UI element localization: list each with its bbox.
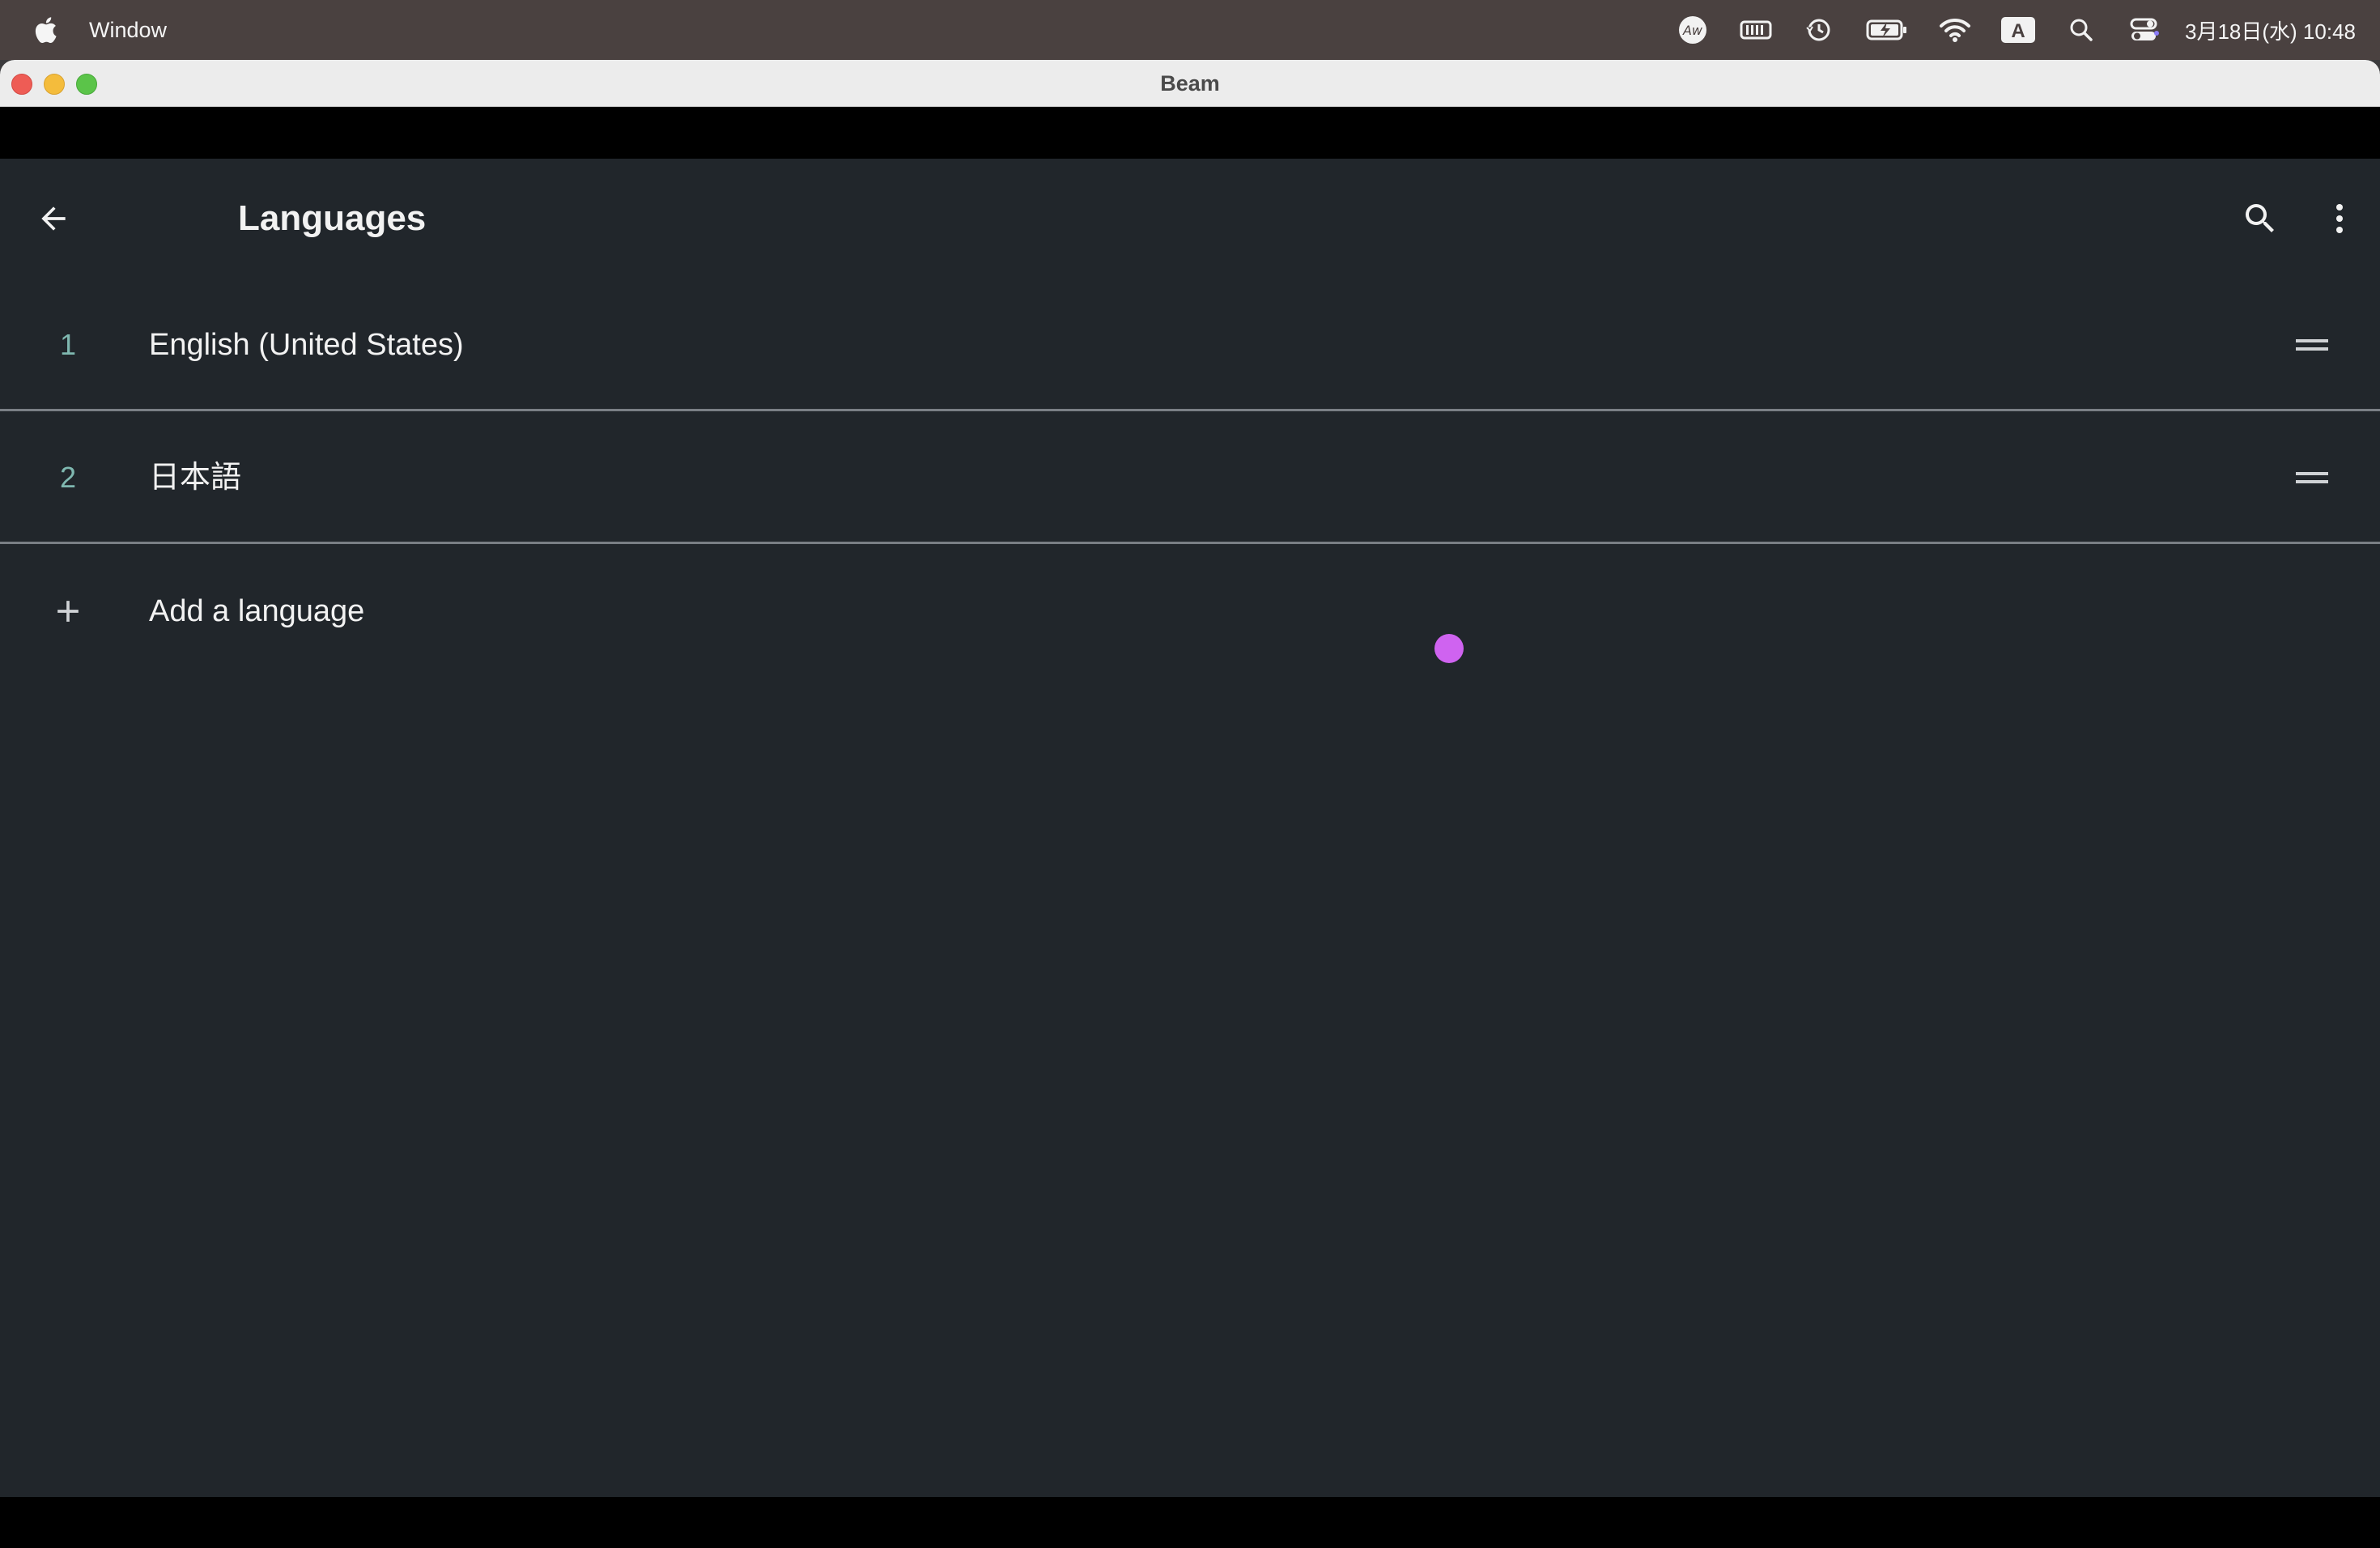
drag-handle-icon[interactable] <box>2294 460 2330 495</box>
wifi-icon[interactable] <box>1937 12 1973 48</box>
spotlight-icon[interactable] <box>2063 12 2099 48</box>
window-titlebar[interactable]: Beam <box>0 60 2380 107</box>
input-source-icon[interactable]: A <box>2000 12 2036 48</box>
svg-text:Aw: Aw <box>1682 23 1703 38</box>
language-name: 日本語 <box>149 461 242 495</box>
add-language-button[interactable]: Add a language <box>0 544 2380 678</box>
language-item-2[interactable]: 2 日本語 <box>0 411 2380 544</box>
search-icon[interactable] <box>2236 194 2284 243</box>
language-rank: 1 <box>59 328 77 361</box>
device-navigation-area <box>0 1497 2380 1548</box>
scrcpy-window: Beam Languages 1 English (United States)… <box>0 60 2380 1548</box>
page-title: Languages <box>238 198 427 238</box>
plus-icon <box>47 590 89 632</box>
language-name: English (United States) <box>149 328 464 362</box>
menu-window[interactable]: Window <box>89 18 167 43</box>
back-arrow-icon[interactable] <box>29 194 78 243</box>
menubar-status-area: Aw A 3月18日(水) 10:48 <box>1647 0 2356 60</box>
add-language-label: Add a language <box>149 594 365 628</box>
macos-menu-bar: scrcpy Window Aw <box>0 0 2380 1437</box>
language-item-1[interactable]: 1 English (United States) <box>0 279 2380 411</box>
apple-icon[interactable] <box>29 14 62 46</box>
accessibility-icon[interactable]: Aw <box>1675 12 1711 48</box>
input-source-letter: A <box>2011 20 2025 42</box>
device-status-area <box>0 107 2380 159</box>
time-machine-icon[interactable] <box>1801 12 1837 48</box>
battery-monitor-icon[interactable] <box>1738 12 1774 48</box>
control-center-icon[interactable] <box>2127 12 2162 48</box>
app-bar: Languages <box>0 159 2380 279</box>
battery-icon[interactable] <box>1864 12 1910 48</box>
window-title: Beam <box>1160 71 1220 96</box>
touch-indicator <box>1434 634 1464 663</box>
more-vert-icon[interactable] <box>2315 194 2364 243</box>
language-rank: 2 <box>59 461 77 494</box>
drag-handle-icon[interactable] <box>2294 327 2330 363</box>
menubar-clock[interactable]: 3月18日(水) 10:48 <box>2185 15 2356 45</box>
languages-screen: Languages 1 English (United States) 2 日本… <box>0 159 2380 1497</box>
